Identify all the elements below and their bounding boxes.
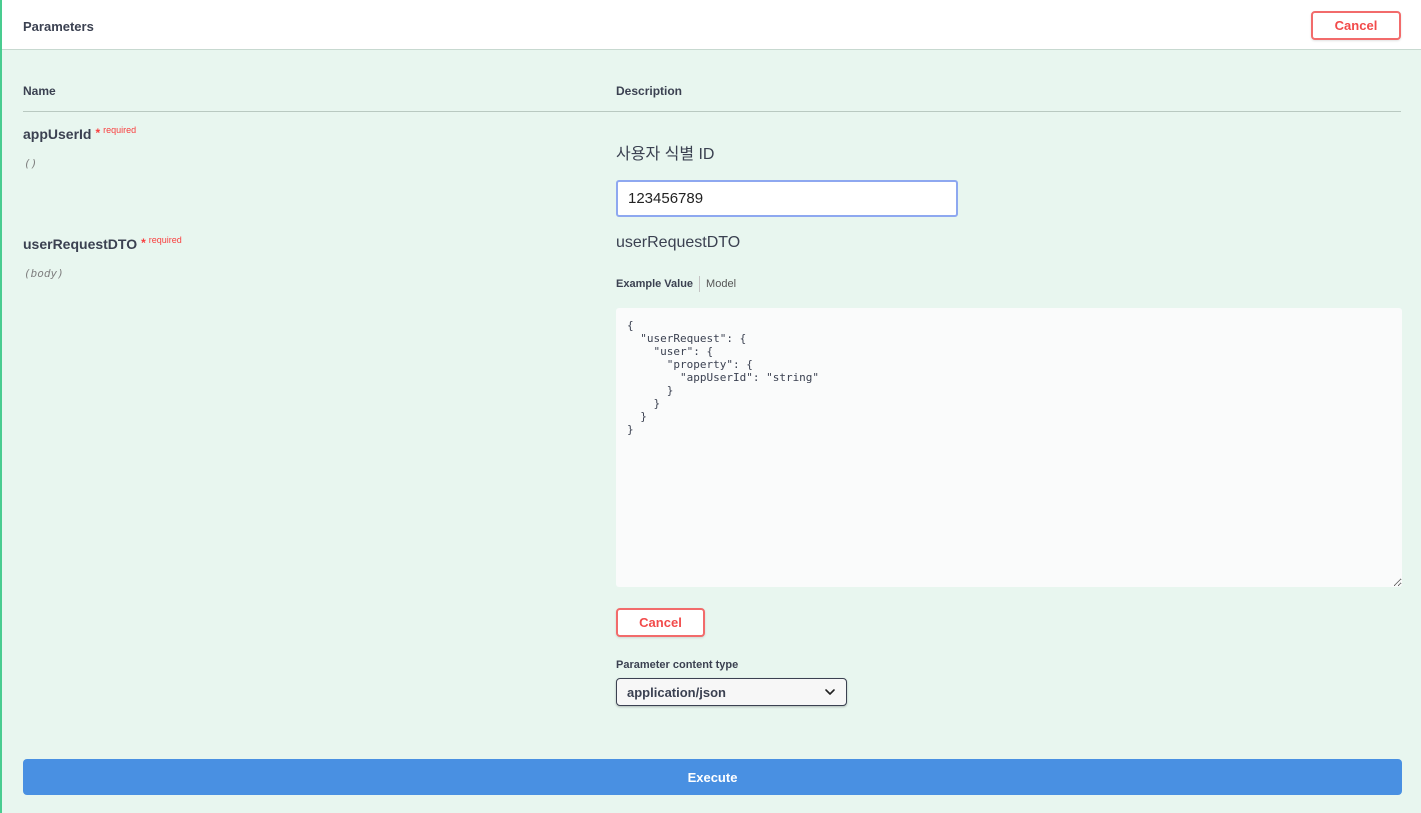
parameters-header: Parameters Cancel bbox=[2, 0, 1421, 50]
content-type-value: application/json bbox=[627, 684, 726, 700]
param-description: userRequestDTO bbox=[616, 234, 741, 251]
required-label: required bbox=[103, 125, 137, 135]
param-name-label: userRequestDTO bbox=[23, 236, 138, 252]
cancel-button[interactable]: Cancel bbox=[1311, 11, 1401, 40]
body-cancel-button[interactable]: Cancel bbox=[616, 608, 705, 637]
appuserid-input[interactable] bbox=[616, 180, 958, 217]
column-header-description: Description bbox=[616, 84, 683, 98]
param-name-appuserid: appUserId * required bbox=[23, 125, 137, 142]
content-type-label: Parameter content type bbox=[616, 659, 739, 671]
required-star: * bbox=[95, 126, 101, 140]
execute-button[interactable]: Execute bbox=[23, 759, 1402, 795]
param-location: (body) bbox=[24, 267, 64, 280]
required-label: required bbox=[148, 235, 182, 245]
request-body-editor[interactable] bbox=[616, 308, 1402, 587]
column-header-name: Name bbox=[23, 84, 56, 98]
param-description: 사용자 식별 ID bbox=[616, 146, 715, 163]
header-divider bbox=[23, 111, 1401, 112]
param-location: () bbox=[24, 157, 38, 170]
example-model-tabs: Example Value Model bbox=[616, 276, 736, 292]
param-name-userrequestdto: userRequestDTO * required bbox=[23, 235, 182, 252]
param-name-label: appUserId bbox=[23, 126, 92, 142]
tab-example-value[interactable]: Example Value bbox=[616, 278, 693, 290]
content-type-select[interactable]: application/json bbox=[616, 678, 847, 706]
section-title: Parameters bbox=[23, 19, 94, 34]
required-star: * bbox=[141, 236, 146, 250]
tab-model[interactable]: Model bbox=[706, 278, 736, 290]
tab-divider bbox=[699, 276, 701, 292]
chevron-down-icon bbox=[825, 689, 835, 695]
try-it-out-panel: Parameters Cancel Name Description appUs… bbox=[0, 0, 1421, 813]
